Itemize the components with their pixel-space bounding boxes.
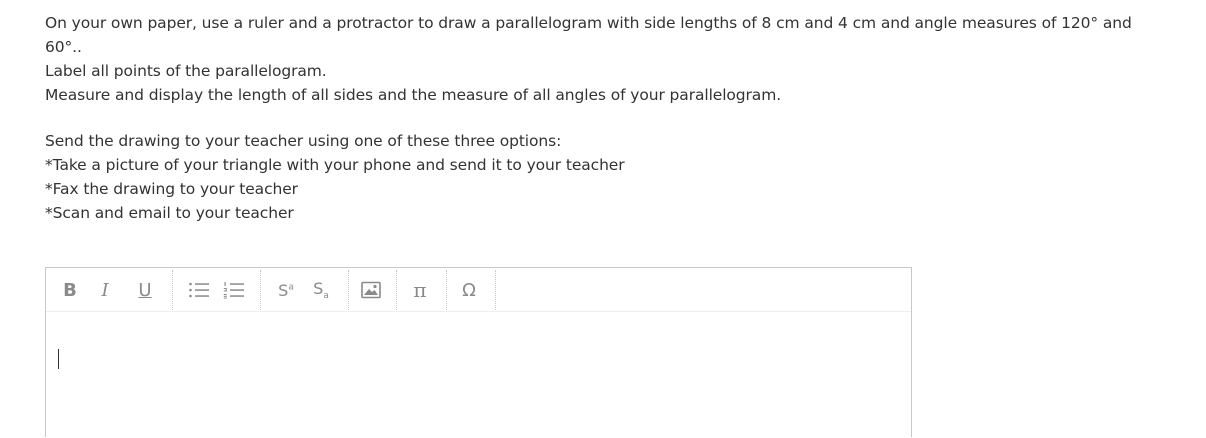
toolbar-divider — [348, 270, 349, 310]
superscript-icon: Sa — [278, 280, 294, 300]
toolbar-divider — [446, 270, 447, 310]
italic-button[interactable]: I — [92, 277, 118, 303]
rich-text-editor: B I U Sa Sa π Ω — [45, 267, 912, 437]
question-line: Label all points of the parallelogram. — [45, 62, 327, 80]
numbered-list-button[interactable] — [221, 277, 247, 303]
pi-button[interactable]: π — [407, 277, 433, 303]
bold-button[interactable]: B — [57, 277, 83, 303]
bulleted-list-button[interactable] — [186, 277, 212, 303]
underline-button[interactable]: U — [132, 277, 158, 303]
question-prompt: On your own paper, use a ruler and a pro… — [45, 11, 1175, 225]
italic-icon: I — [101, 279, 109, 301]
question-line: *Fax the drawing to your teacher — [45, 180, 298, 198]
underline-icon: U — [138, 279, 152, 301]
text-cursor — [58, 349, 59, 369]
question-line: *Scan and email to your teacher — [45, 204, 294, 222]
bulleted-list-icon — [189, 282, 209, 298]
question-line: On your own paper, use a ruler and a pro… — [45, 14, 1132, 32]
numbered-list-icon — [223, 282, 244, 299]
question-line: 60°.. — [45, 38, 82, 56]
toolbar-divider — [396, 270, 397, 310]
pi-icon: π — [413, 278, 427, 302]
editor-toolbar: B I U Sa Sa π Ω — [46, 268, 911, 312]
editor-text-area[interactable] — [46, 312, 911, 438]
omega-icon: Ω — [462, 279, 476, 301]
question-line: *Take a picture of your triangle with yo… — [45, 156, 625, 174]
insert-image-button[interactable] — [358, 277, 384, 303]
toolbar-divider — [172, 270, 173, 310]
bold-icon: B — [63, 279, 77, 301]
question-line: Measure and display the length of all si… — [45, 86, 782, 104]
question-line: Send the drawing to your teacher using o… — [45, 132, 562, 150]
subscript-icon: Sa — [313, 278, 329, 302]
toolbar-divider — [260, 270, 261, 310]
special-characters-button[interactable]: Ω — [456, 277, 482, 303]
subscript-button[interactable]: Sa — [308, 277, 334, 303]
insert-image-icon — [361, 281, 381, 299]
superscript-button[interactable]: Sa — [273, 277, 299, 303]
toolbar-divider — [495, 270, 496, 310]
